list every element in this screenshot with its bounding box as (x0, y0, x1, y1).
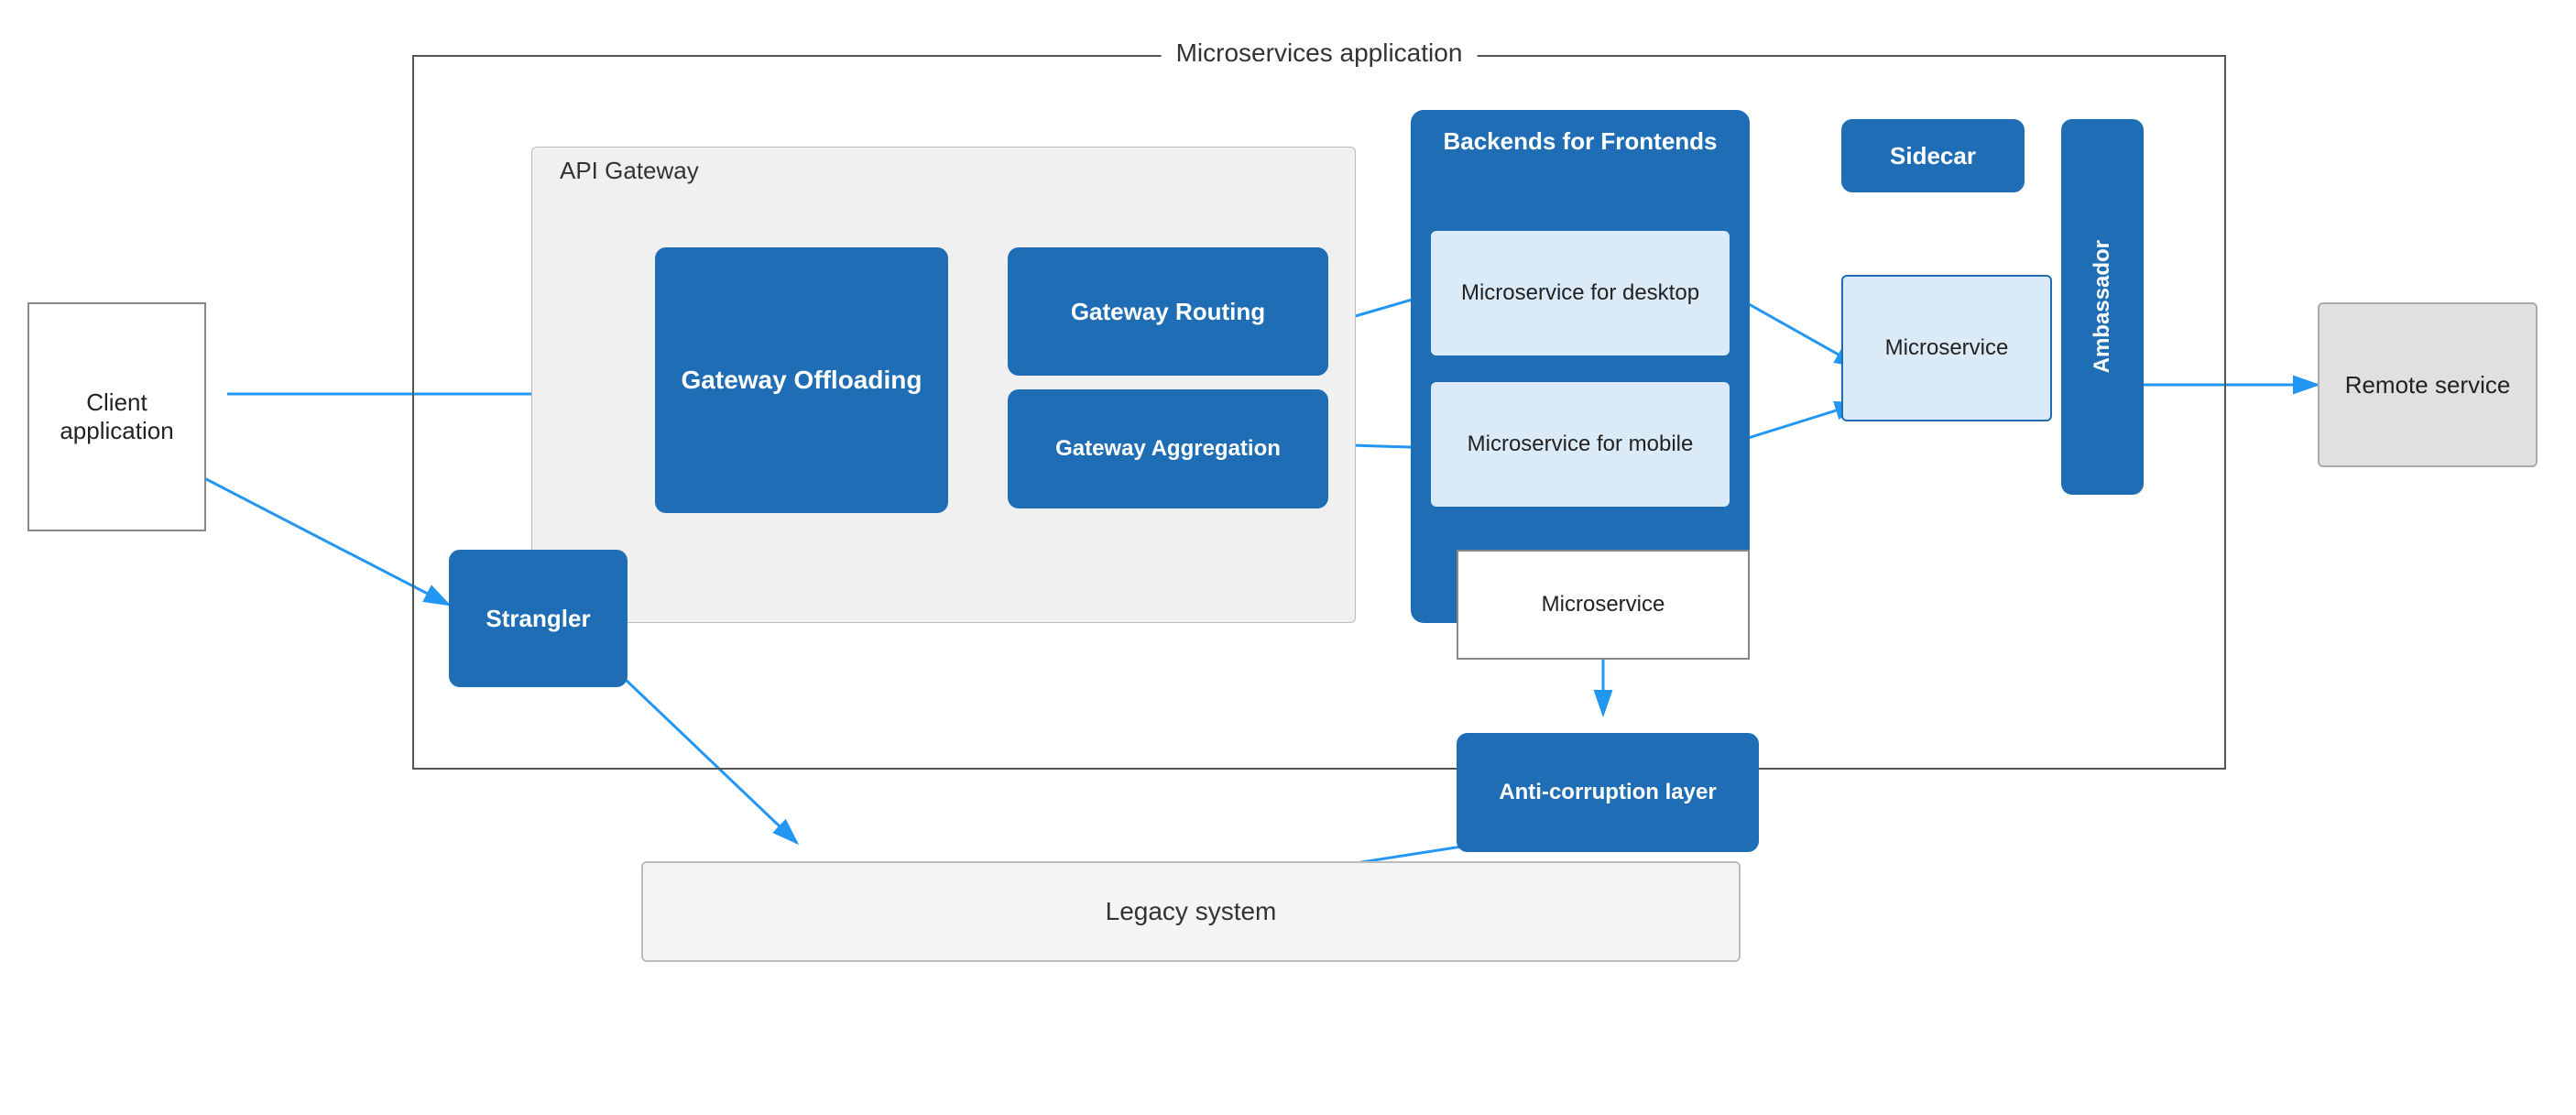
sidecar-label: Sidecar (1890, 142, 1976, 170)
strangler-box: Strangler (449, 550, 628, 687)
client-application-box: Client application (27, 302, 206, 531)
diagram-container: Microservices application API Gateway Cl… (0, 0, 2576, 1115)
sidecar-box: Sidecar (1841, 119, 2025, 192)
ambassador-box: Ambassador (2061, 119, 2144, 495)
microservice-desktop-box: Microservice for desktop (1429, 229, 1731, 357)
api-gateway-label: API Gateway (560, 157, 699, 185)
gateway-aggregation-box: Gateway Aggregation (1008, 389, 1328, 508)
microservice-right-label: Microservice (1885, 335, 2009, 361)
strangler-label: Strangler (486, 605, 590, 633)
microservices-app-label: Microservices application (1162, 38, 1478, 68)
gateway-offloading-label: Gateway Offloading (682, 366, 922, 395)
remote-service-label: Remote service (2345, 371, 2511, 399)
bff-label: Backends for Frontends (1411, 110, 1750, 167)
anti-corruption-box: Anti-corruption layer (1457, 733, 1759, 852)
gateway-aggregation-label: Gateway Aggregation (1055, 436, 1281, 462)
bff-container: Backends for Frontends Microservice for … (1411, 110, 1750, 623)
microservice-bottom-label: Microservice (1542, 592, 1665, 618)
microservice-bottom-box: Microservice (1457, 550, 1750, 660)
remote-service-box: Remote service (2318, 302, 2538, 467)
ambassador-label: Ambassador (2090, 240, 2115, 373)
client-application-label: Client application (29, 388, 204, 445)
gateway-routing-label: Gateway Routing (1071, 298, 1265, 326)
microservice-desktop-label: Microservice for desktop (1461, 280, 1699, 306)
microservice-right-box: Microservice (1841, 275, 2052, 421)
gateway-offloading-box: Gateway Offloading (655, 247, 948, 513)
anti-corruption-label: Anti-corruption layer (1499, 780, 1716, 805)
legacy-system-label: Legacy system (1106, 897, 1277, 926)
microservice-mobile-box: Microservice for mobile (1429, 380, 1731, 508)
gateway-routing-box: Gateway Routing (1008, 247, 1328, 376)
microservice-mobile-label: Microservice for mobile (1468, 432, 1694, 457)
legacy-system-box: Legacy system (641, 861, 1741, 962)
